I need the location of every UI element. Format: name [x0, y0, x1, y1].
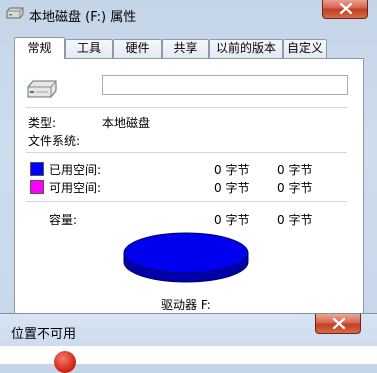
separator	[26, 152, 347, 153]
used-space-swatch	[30, 162, 44, 176]
close-icon	[332, 318, 346, 329]
tab-customize[interactable]: 自定义	[283, 39, 327, 58]
tab-tools[interactable]: 工具	[65, 39, 113, 58]
close-icon	[339, 3, 353, 14]
title-bar[interactable]: 本地磁盘 (F:) 属性	[0, 0, 377, 30]
type-label: 类型:	[28, 116, 57, 130]
filesystem-label: 文件系统:	[28, 134, 81, 148]
tab-strip: 常规 工具 硬件 共享 以前的版本 自定义	[14, 37, 364, 59]
used-space-label: 已用空间:	[49, 163, 102, 177]
tab-previous-versions[interactable]: 以前的版本	[209, 39, 283, 58]
tab-sharing[interactable]: 共享	[162, 39, 209, 58]
tab-general[interactable]: 常规	[14, 37, 65, 59]
tab-hardware[interactable]: 硬件	[113, 39, 162, 58]
used-space-size: 0 字节	[277, 163, 313, 177]
capacity-label: 容量:	[49, 213, 78, 227]
free-space-label: 可用空间:	[49, 181, 102, 195]
free-space-bytes: 0 字节	[214, 181, 250, 195]
drive-large-icon	[27, 80, 57, 98]
used-space-bytes: 0 字节	[214, 163, 250, 177]
window-title: 本地磁盘 (F:) 属性	[29, 10, 137, 25]
type-value: 本地磁盘	[102, 116, 151, 130]
location-unavailable-dialog[interactable]: 位置不可用	[0, 313, 377, 373]
disk-usage-pie	[123, 232, 249, 283]
free-space-size: 0 字节	[277, 181, 313, 195]
capacity-bytes: 0 字节	[214, 213, 250, 227]
close-button[interactable]	[322, 0, 368, 19]
separator	[26, 107, 347, 108]
error-icon	[54, 351, 76, 373]
free-space-swatch	[30, 180, 44, 194]
separator	[26, 201, 347, 202]
drive-icon	[6, 7, 24, 19]
drive-label: 驱动器 F:	[161, 298, 211, 312]
dialog-close-button[interactable]	[315, 314, 361, 334]
dialog-title: 位置不可用	[11, 327, 77, 342]
capacity-size: 0 字节	[277, 213, 313, 227]
volume-name-input[interactable]	[102, 75, 348, 95]
